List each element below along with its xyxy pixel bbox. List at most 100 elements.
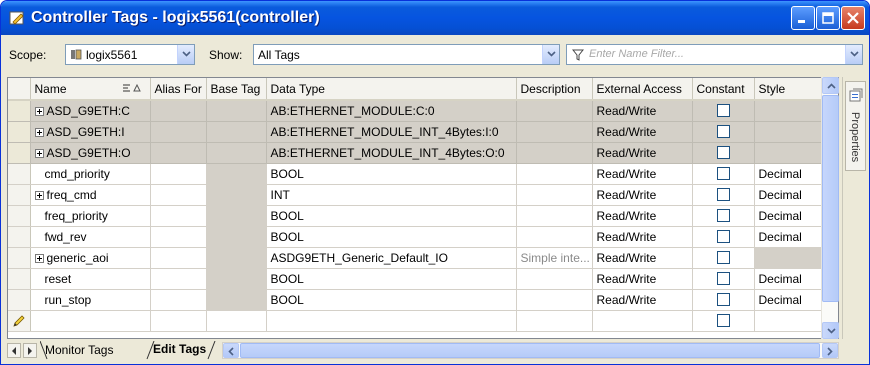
- style-cell[interactable]: Decimal: [754, 184, 823, 206]
- column-header-external-access[interactable]: External Access: [592, 78, 693, 101]
- tag-name-cell[interactable]: cmd_priority: [30, 163, 151, 185]
- data-type-cell[interactable]: AB:ETHERNET_MODULE_INT_4Bytes:I:0: [266, 121, 517, 143]
- new-tag-row[interactable]: [8, 310, 838, 332]
- column-header-name[interactable]: Name: [30, 78, 151, 101]
- row-selector[interactable]: [8, 184, 31, 206]
- expand-icon[interactable]: [34, 190, 44, 200]
- data-type-cell[interactable]: BOOL: [266, 226, 517, 248]
- alias-for-cell[interactable]: [150, 205, 207, 227]
- style-cell[interactable]: [754, 247, 823, 269]
- constant-checkbox[interactable]: [716, 146, 730, 159]
- alias-for-cell[interactable]: [150, 289, 207, 311]
- description-cell[interactable]: [516, 142, 593, 164]
- table-row[interactable]: freq_priority BOOL Read/Write Decimal: [8, 205, 838, 227]
- close-button[interactable]: [841, 6, 865, 30]
- style-cell[interactable]: Decimal: [754, 163, 823, 185]
- external-access-cell[interactable]: Read/Write: [592, 100, 693, 122]
- alias-for-cell[interactable]: [150, 100, 207, 122]
- show-select[interactable]: All Tags: [253, 44, 560, 65]
- table-row[interactable]: fwd_rev BOOL Read/Write Decimal: [8, 226, 838, 248]
- data-type-cell[interactable]: INT: [266, 184, 517, 206]
- table-row[interactable]: cmd_priority BOOL Read/Write Decimal: [8, 163, 838, 185]
- table-row[interactable]: freq_cmd INT Read/Write Decimal: [8, 184, 838, 206]
- description-cell[interactable]: [516, 268, 593, 290]
- data-type-cell[interactable]: [266, 310, 517, 332]
- scope-dropdown-button[interactable]: [177, 45, 194, 64]
- column-header-constant[interactable]: Constant: [692, 78, 755, 101]
- expand-icon[interactable]: [34, 148, 44, 158]
- alias-for-cell[interactable]: [150, 268, 207, 290]
- row-selector[interactable]: [8, 142, 31, 164]
- tag-name-cell[interactable]: run_stop: [30, 289, 151, 311]
- style-cell[interactable]: [754, 121, 823, 143]
- row-selector[interactable]: [8, 226, 31, 248]
- description-cell[interactable]: Simple inte...: [516, 247, 593, 269]
- external-access-cell[interactable]: Read/Write: [592, 205, 693, 227]
- tag-name-cell[interactable]: [30, 310, 151, 332]
- external-access-cell[interactable]: Read/Write: [592, 142, 693, 164]
- row-selector[interactable]: [8, 310, 31, 332]
- table-row[interactable]: run_stop BOOL Read/Write Decimal: [8, 289, 838, 311]
- row-selector[interactable]: [8, 247, 31, 269]
- data-type-cell[interactable]: BOOL: [266, 289, 517, 311]
- style-cell[interactable]: [754, 100, 823, 122]
- description-cell[interactable]: [516, 184, 593, 206]
- vertical-scroll-thumb[interactable]: [822, 95, 839, 302]
- style-cell[interactable]: [754, 142, 823, 164]
- data-type-cell[interactable]: ASDG9ETH_Generic_Default_IO: [266, 247, 517, 269]
- style-cell[interactable]: Decimal: [754, 226, 823, 248]
- external-access-cell[interactable]: Read/Write: [592, 184, 693, 206]
- data-type-cell[interactable]: BOOL: [266, 268, 517, 290]
- expand-icon[interactable]: [34, 107, 44, 117]
- external-access-cell[interactable]: Read/Write: [592, 226, 693, 248]
- tab-scroll-left-button[interactable]: [7, 343, 21, 358]
- filter-dropdown-button[interactable]: [845, 45, 862, 64]
- alias-for-cell[interactable]: [150, 226, 207, 248]
- sort-icon[interactable]: [122, 83, 144, 93]
- data-type-cell[interactable]: AB:ETHERNET_MODULE_INT_4Bytes:O:0: [266, 142, 517, 164]
- row-selector[interactable]: [8, 205, 31, 227]
- constant-checkbox[interactable]: [716, 314, 730, 327]
- tag-name-cell[interactable]: ASD_G9ETH:I: [30, 121, 151, 143]
- style-cell[interactable]: Decimal: [754, 268, 823, 290]
- scroll-right-button[interactable]: [822, 343, 838, 358]
- expand-icon[interactable]: [34, 253, 44, 263]
- constant-checkbox[interactable]: [716, 251, 730, 264]
- data-type-cell[interactable]: BOOL: [266, 163, 517, 185]
- vertical-scrollbar[interactable]: [821, 77, 839, 339]
- external-access-cell[interactable]: Read/Write: [592, 289, 693, 311]
- description-cell[interactable]: [516, 289, 593, 311]
- external-access-cell[interactable]: Read/Write: [592, 121, 693, 143]
- row-selector[interactable]: [8, 289, 31, 311]
- table-row[interactable]: reset BOOL Read/Write Decimal: [8, 268, 838, 290]
- minimize-button[interactable]: [791, 6, 815, 30]
- show-dropdown-button[interactable]: [542, 45, 559, 64]
- table-row[interactable]: ASD_G9ETH:I AB:ETHERNET_MODULE_INT_4Bytes…: [8, 121, 838, 143]
- column-header-alias-for[interactable]: Alias For: [150, 78, 207, 101]
- tab-scroll-right-button[interactable]: [23, 343, 37, 358]
- description-cell[interactable]: [516, 205, 593, 227]
- style-cell[interactable]: Decimal: [754, 289, 823, 311]
- constant-checkbox[interactable]: [716, 125, 730, 138]
- external-access-cell[interactable]: Read/Write: [592, 247, 693, 269]
- column-header-description[interactable]: Description: [516, 78, 593, 101]
- properties-tab[interactable]: Properties: [845, 81, 866, 171]
- tab-monitor-tags[interactable]: Monitor Tags: [45, 343, 113, 357]
- row-selector[interactable]: [8, 100, 31, 122]
- style-cell[interactable]: Decimal: [754, 205, 823, 227]
- row-selector[interactable]: [8, 121, 31, 143]
- alias-for-cell[interactable]: [150, 247, 207, 269]
- description-cell[interactable]: [516, 226, 593, 248]
- description-cell[interactable]: [516, 163, 593, 185]
- tag-name-cell[interactable]: ASD_G9ETH:O: [30, 142, 151, 164]
- tag-name-cell[interactable]: ASD_G9ETH:C: [30, 100, 151, 122]
- constant-checkbox[interactable]: [716, 167, 730, 180]
- constant-checkbox[interactable]: [716, 272, 730, 285]
- alias-for-cell[interactable]: [150, 121, 207, 143]
- alias-for-cell[interactable]: [150, 310, 207, 332]
- column-header-data-type[interactable]: Data Type: [266, 78, 517, 101]
- alias-for-cell[interactable]: [150, 184, 207, 206]
- table-row[interactable]: generic_aoi ASDG9ETH_Generic_Default_IO Si…: [8, 247, 838, 269]
- horizontal-scroll-thumb[interactable]: [240, 343, 820, 358]
- scope-select[interactable]: logix5561: [65, 44, 195, 65]
